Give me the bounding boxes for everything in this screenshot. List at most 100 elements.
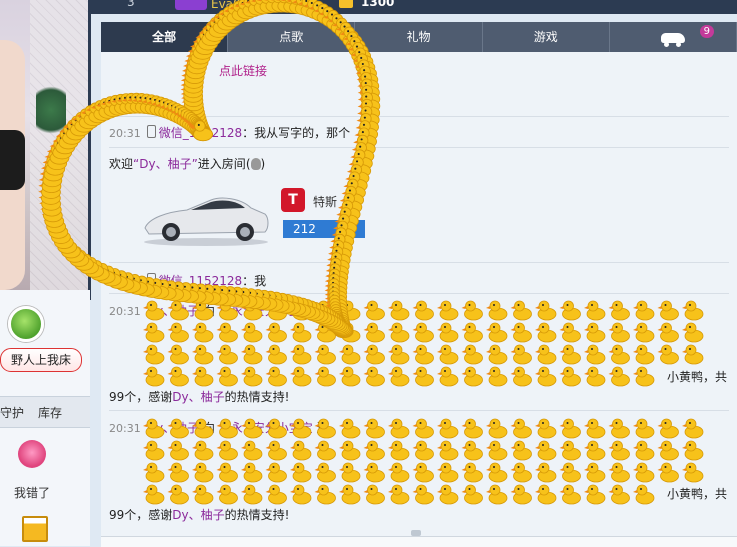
link-text[interactable]: 点此链接 xyxy=(219,64,267,78)
duck-icon xyxy=(413,323,434,342)
duck-icon xyxy=(437,441,458,460)
duck-icon xyxy=(437,323,458,342)
duck-icon xyxy=(388,323,409,342)
fox-gift-icon[interactable] xyxy=(18,440,46,468)
duck-icon xyxy=(535,419,556,438)
tab-all[interactable]: 全部 xyxy=(101,22,228,52)
phone-icon xyxy=(147,125,156,138)
duck-icon xyxy=(658,301,679,320)
duck-icon xyxy=(560,301,581,320)
video-divider xyxy=(88,0,91,300)
duck-icon xyxy=(217,345,238,364)
duck-icon xyxy=(511,419,532,438)
duck-icon xyxy=(290,345,311,364)
tab-game[interactable]: 游戏 xyxy=(483,22,610,52)
duck-icon xyxy=(633,301,654,320)
duck-icon xyxy=(535,441,556,460)
tab-car[interactable]: 9 xyxy=(610,22,737,52)
duck-icon xyxy=(682,345,703,364)
duck-icon xyxy=(584,463,605,482)
duck-icon xyxy=(364,301,385,320)
tab-storage[interactable]: 库存 xyxy=(38,404,62,421)
duck-icon xyxy=(290,419,311,438)
timestamp: 20:31 xyxy=(109,305,141,318)
duck-icon xyxy=(560,441,581,460)
duck-icon xyxy=(364,419,385,438)
duck-icon xyxy=(143,419,164,438)
duck-icon xyxy=(560,419,581,438)
duck-icon xyxy=(486,345,507,364)
duck-icon xyxy=(217,463,238,482)
thanks-user[interactable]: Dy、柚子 xyxy=(172,390,224,404)
thanks-suffix: 的热情支持! xyxy=(225,508,290,522)
duck-icon xyxy=(241,301,262,320)
duck-icon xyxy=(682,463,703,482)
duck-icon xyxy=(192,441,213,460)
duck-icon xyxy=(609,323,630,342)
username[interactable]: 微信_1152128 xyxy=(159,274,242,288)
beer-gift-icon[interactable] xyxy=(22,516,48,542)
duck-icon xyxy=(192,345,213,364)
scroll-handle[interactable] xyxy=(411,530,421,536)
video-plant xyxy=(36,80,66,140)
duck-icon xyxy=(266,301,287,320)
duck-icon xyxy=(609,419,630,438)
duck-icon xyxy=(168,441,189,460)
duck-icon xyxy=(584,301,605,320)
welcome-user[interactable]: “Dy、柚子” xyxy=(133,157,198,171)
duck-icon xyxy=(192,419,213,438)
gift-tail: 小黄鸭，共 xyxy=(109,485,727,502)
duck-icon xyxy=(413,419,434,438)
duck-icon xyxy=(462,345,483,364)
duck-icon xyxy=(437,463,458,482)
chat-bottom-bar xyxy=(101,536,737,547)
timestamp: 20:31 xyxy=(109,127,141,140)
duck-icon xyxy=(511,345,532,364)
room-name[interactable]: Eva0.0天道场 xyxy=(211,0,288,12)
duck-icon xyxy=(388,345,409,364)
tab-gift[interactable]: 礼物 xyxy=(355,22,482,52)
duck-icon xyxy=(388,463,409,482)
tab-guard[interactable]: 守护 xyxy=(0,404,24,421)
gift-avatar-icon[interactable] xyxy=(8,306,44,342)
link-message: 点此链接 xyxy=(109,62,727,79)
thanks-prefix: 99个，感谢 xyxy=(109,390,172,404)
tesla-count: 212 xyxy=(283,220,365,238)
duck-icon xyxy=(388,419,409,438)
duck-icon xyxy=(486,323,507,342)
duck-icon xyxy=(462,301,483,320)
duck-icon xyxy=(486,419,507,438)
username[interactable]: 微信_1152128 xyxy=(159,126,242,140)
chat-area[interactable]: 点此链接 20:31微信_1152128：我从写字的，那个 欢迎“Dy、柚子”进… xyxy=(101,52,737,546)
duck-icon xyxy=(143,323,164,342)
duck-icon xyxy=(535,463,556,482)
duck-icon xyxy=(315,345,336,364)
duck-icon xyxy=(339,463,360,482)
divider xyxy=(109,116,729,117)
duck-icon xyxy=(217,301,238,320)
duck-icon xyxy=(437,301,458,320)
tab-song[interactable]: 点歌 xyxy=(228,22,355,52)
duck-icon xyxy=(168,301,189,320)
duck-icon xyxy=(584,441,605,460)
duck-icon xyxy=(609,345,630,364)
duck-icon xyxy=(682,323,703,342)
duck-icon xyxy=(290,441,311,460)
duck-icon xyxy=(364,463,385,482)
duck-icon xyxy=(658,419,679,438)
duck-icon xyxy=(560,463,581,482)
duck-icon xyxy=(388,441,409,460)
duck-icon xyxy=(241,463,262,482)
thanks-user[interactable]: Dy、柚子 xyxy=(172,508,224,522)
car-count-badge: 9 xyxy=(700,25,714,38)
score-value: 1300 xyxy=(361,0,394,9)
level-badge-icon xyxy=(175,0,207,10)
gift-tail: 小黄鸭，共 xyxy=(109,368,727,385)
welcome-message: 欢迎“Dy、柚子”进入房间() xyxy=(109,155,727,172)
duck-icon xyxy=(584,345,605,364)
duck-icon xyxy=(658,323,679,342)
chat-message: 20:31微信_1152128：我 xyxy=(109,272,727,289)
streamer-video[interactable] xyxy=(0,0,88,290)
video-person-shirt xyxy=(0,130,25,190)
tesla-logo-icon: T xyxy=(281,188,305,212)
